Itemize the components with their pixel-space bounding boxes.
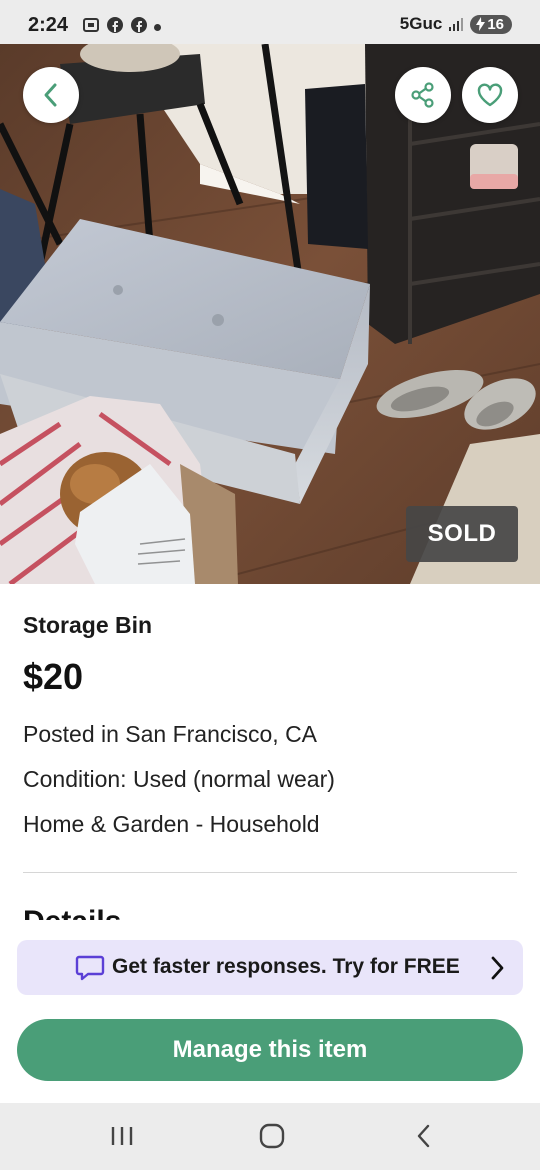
photo-illustration <box>0 44 540 584</box>
sold-badge: SOLD <box>406 506 518 562</box>
chat-bubble-icon <box>75 955 105 981</box>
notification-dot <box>154 24 161 31</box>
system-nav-bar <box>0 1103 540 1170</box>
section-divider <box>23 872 517 873</box>
screenshot-icon <box>83 18 99 32</box>
manage-item-button[interactable]: Manage this item <box>17 1019 523 1081</box>
details-heading: Details <box>23 900 121 920</box>
listing-category[interactable]: Home & Garden - Household <box>23 811 320 838</box>
share-icon <box>411 82 434 108</box>
charging-icon <box>476 17 486 31</box>
facebook-icon <box>107 17 123 33</box>
status-time: 2:24 <box>28 14 69 36</box>
facebook-icon-2 <box>131 17 147 33</box>
listing-location: Posted in San Francisco, CA <box>23 721 318 747</box>
chevron-left-icon <box>44 83 57 107</box>
status-notification-icons <box>82 16 148 34</box>
chevron-right-icon <box>491 956 504 980</box>
home-icon[interactable] <box>258 1121 286 1151</box>
network-label: 5Guc <box>399 14 443 33</box>
heart-icon <box>477 83 503 107</box>
system-back-icon[interactable] <box>414 1121 434 1151</box>
share-button[interactable] <box>395 67 451 123</box>
signal-icon <box>449 18 464 31</box>
battery-indicator: 16 <box>470 14 512 34</box>
recent-apps-icon[interactable] <box>110 1121 134 1151</box>
listing-price: $20 <box>23 656 84 697</box>
favorite-button[interactable] <box>462 67 518 123</box>
battery-level: 16 <box>487 15 504 33</box>
listing-title: Storage Bin <box>23 612 153 638</box>
listing-condition: Condition: Used (normal wear) <box>23 766 335 792</box>
status-right: 5Guc 16 <box>400 14 512 34</box>
listing-photo[interactable]: SOLD <box>0 44 540 584</box>
back-button[interactable] <box>23 67 79 123</box>
screen: 2:24 5Guc 16 SOLD Storage Bin $20 Posted… <box>0 0 540 1170</box>
promo-text: Get faster responses. Try for FREE <box>112 955 460 978</box>
promo-banner[interactable]: Get faster responses. Try for FREE <box>17 940 523 995</box>
